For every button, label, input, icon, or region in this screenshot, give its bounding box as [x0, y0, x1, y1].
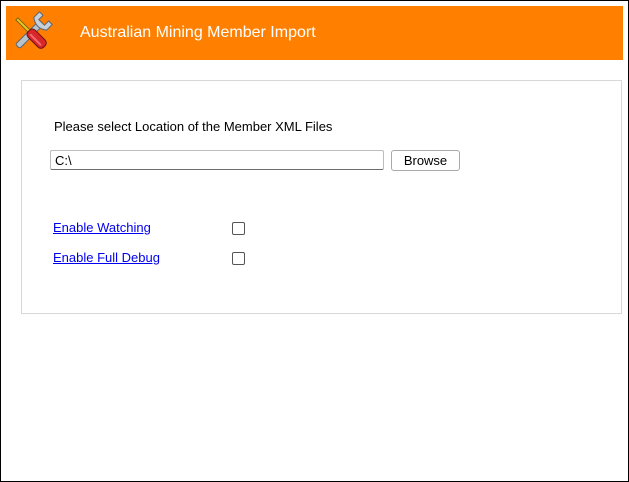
browse-button[interactable]: Browse	[391, 150, 460, 171]
app-window: Australian Mining Member Import Please s…	[0, 0, 629, 482]
enable-watching-link[interactable]: Enable Watching	[53, 220, 151, 235]
enable-full-debug-checkbox[interactable]	[232, 252, 245, 265]
location-prompt: Please select Location of the Member XML…	[54, 119, 333, 134]
enable-watching-checkbox[interactable]	[232, 222, 245, 235]
enable-full-debug-link[interactable]: Enable Full Debug	[53, 250, 160, 265]
path-input[interactable]	[50, 150, 384, 170]
settings-panel: Please select Location of the Member XML…	[21, 80, 622, 314]
header-bar: Australian Mining Member Import	[6, 6, 623, 60]
tools-icon	[15, 11, 53, 49]
app-title: Australian Mining Member Import	[80, 24, 316, 41]
